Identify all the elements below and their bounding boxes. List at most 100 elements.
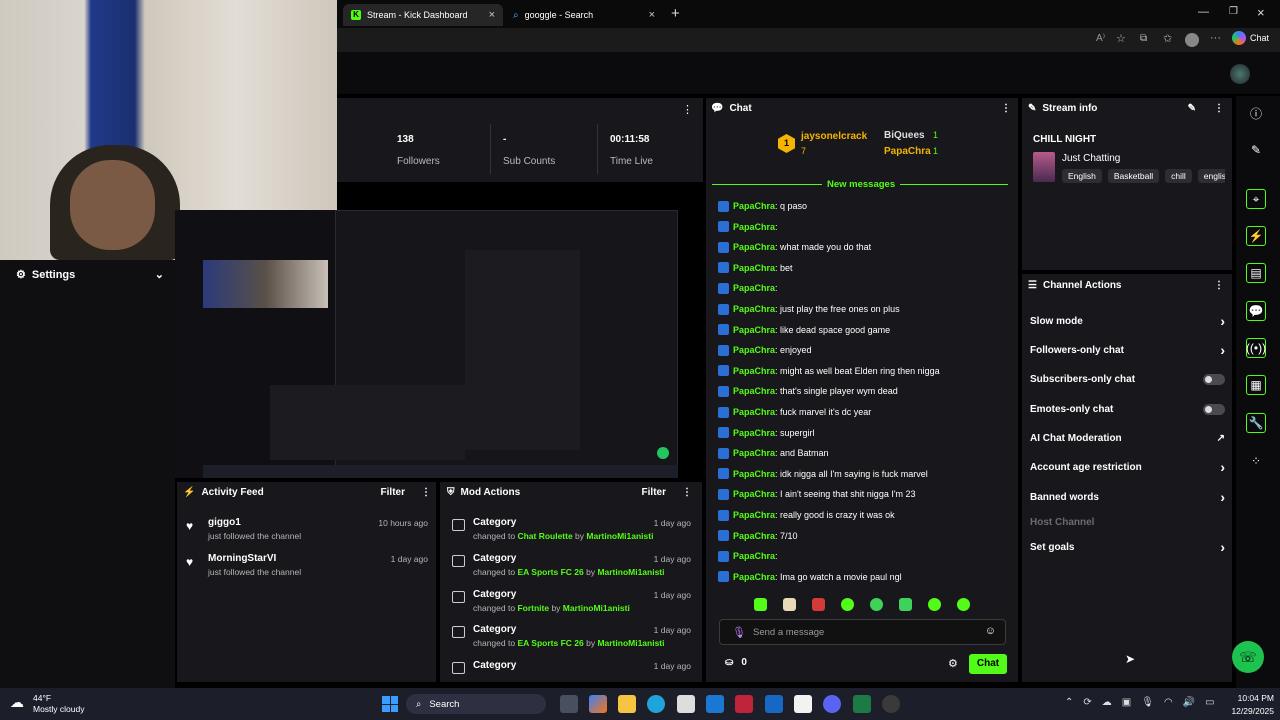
- emote-icon[interactable]: [783, 598, 796, 611]
- channel-action-ai-chat-moderation[interactable]: AI Chat Moderation ↗: [1030, 430, 1225, 446]
- favorite-star-icon[interactable]: ☆: [1116, 32, 1126, 45]
- channel-action-subscribers-only-chat[interactable]: Subscribers-only chat: [1030, 371, 1225, 387]
- mod-action-moderator[interactable]: MartinoMi1anisti: [586, 531, 653, 541]
- leader-name[interactable]: PapaChra: [884, 146, 931, 157]
- copilot-taskbar-icon[interactable]: [589, 695, 607, 713]
- new-tab-button[interactable]: +: [671, 5, 680, 22]
- app-tray-icon[interactable]: ▣: [1122, 697, 1131, 708]
- pen-icon[interactable]: ✎: [1246, 140, 1266, 160]
- tab-search[interactable]: ⌕ googgle - Search ×: [505, 4, 663, 26]
- channel-action-banned-words[interactable]: Banned words ›: [1030, 489, 1225, 505]
- maximize-icon[interactable]: ❐: [1229, 6, 1238, 17]
- outlook-icon[interactable]: [765, 695, 783, 713]
- emote-icon[interactable]: [957, 598, 970, 611]
- chat-username[interactable]: PapaChra: [733, 283, 775, 293]
- layout-icon[interactable]: ▦: [1246, 375, 1266, 395]
- chat-username[interactable]: PapaChra: [733, 531, 775, 541]
- tag[interactable]: englis: [1197, 169, 1225, 183]
- edge-icon[interactable]: [647, 695, 665, 713]
- channel-action-followers-only-chat[interactable]: Followers-only chat ›: [1030, 342, 1225, 358]
- microphone-tray-icon[interactable]: 🎙: [1141, 697, 1154, 708]
- mod-action-moderator[interactable]: MartinoMi1anisti: [597, 638, 664, 648]
- discord-icon[interactable]: [823, 695, 841, 713]
- channel-points[interactable]: ⛀ 0: [725, 657, 747, 668]
- chat-username[interactable]: PapaChra: [733, 222, 775, 232]
- chat-settings-icon[interactable]: ⚙: [948, 657, 958, 670]
- task-view-icon[interactable]: [560, 695, 578, 713]
- chat-username[interactable]: PapaChra: [733, 304, 775, 314]
- mod-action-moderator[interactable]: MartinoMi1anisti: [597, 567, 664, 577]
- chat-username[interactable]: PapaChra: [733, 489, 775, 499]
- chat-username[interactable]: PapaChra: [733, 201, 775, 211]
- battery-icon[interactable]: ▭: [1205, 697, 1214, 708]
- chat-username[interactable]: PapaChra: [733, 407, 775, 417]
- tag[interactable]: Basketball: [1107, 169, 1160, 183]
- read-aloud-icon[interactable]: A⁾: [1096, 33, 1105, 44]
- edit-icon[interactable]: ✎: [1188, 103, 1196, 114]
- notes-icon[interactable]: ▤: [1246, 263, 1266, 283]
- chat-username[interactable]: PapaChra: [733, 386, 775, 396]
- chat-input[interactable]: 🎙 Send a message ☺: [719, 619, 1006, 645]
- chat-username[interactable]: PapaChra: [733, 263, 775, 273]
- sync-icon[interactable]: ⟳: [1083, 697, 1091, 708]
- chat-username[interactable]: PapaChra: [733, 551, 775, 561]
- emote-icon[interactable]: [928, 598, 941, 611]
- channel-action-set-goals[interactable]: Set goals ›: [1030, 539, 1225, 555]
- favorites-icon[interactable]: ✩: [1163, 32, 1172, 45]
- emote-icon[interactable]: [870, 598, 883, 611]
- chat-username[interactable]: PapaChra: [733, 448, 775, 458]
- settings-header[interactable]: ⚙ Settings ⌄: [16, 268, 164, 282]
- obs-icon[interactable]: [882, 695, 900, 713]
- copilot-chat-button[interactable]: Chat: [1232, 31, 1269, 45]
- weather-widget[interactable]: ☁ 44°F Mostly cloudy: [10, 692, 120, 716]
- emoji-icon[interactable]: ☺: [985, 625, 996, 637]
- emote-icon[interactable]: [899, 598, 912, 611]
- minimize-icon[interactable]: —: [1198, 6, 1209, 18]
- stats-menu-icon[interactable]: ⋮: [682, 103, 693, 116]
- close-tab-icon[interactable]: ×: [649, 9, 655, 21]
- mod-menu-icon[interactable]: ⋮: [682, 487, 692, 498]
- mod-filter-button[interactable]: Filter: [642, 487, 666, 498]
- channel-action-emotes-only-chat[interactable]: Emotes-only chat: [1030, 401, 1225, 417]
- chat-username[interactable]: PapaChra: [733, 325, 775, 335]
- vscode-icon[interactable]: [706, 695, 724, 713]
- chat-username[interactable]: PapaChra: [733, 572, 775, 582]
- capture-icon[interactable]: ⌖: [1246, 189, 1266, 209]
- chat-menu-icon[interactable]: ⋮: [1001, 103, 1011, 114]
- emote-icon[interactable]: [754, 598, 767, 611]
- shield-app-icon[interactable]: [735, 695, 753, 713]
- broadcast-icon[interactable]: ((•)): [1246, 338, 1266, 358]
- chat-icon[interactable]: 💬: [1246, 301, 1266, 321]
- excel-icon[interactable]: [853, 695, 871, 713]
- clock[interactable]: 10:04 PM 12/29/2025: [1222, 693, 1274, 716]
- channel-action-account-age-restriction[interactable]: Account age restriction ›: [1030, 459, 1225, 475]
- microphone-icon[interactable]: 🎙: [732, 626, 746, 639]
- wrench-icon[interactable]: 🔧: [1246, 413, 1266, 433]
- toggle-switch[interactable]: [1203, 403, 1225, 415]
- chevron-up-icon[interactable]: ⌃: [1065, 697, 1073, 708]
- mail-icon[interactable]: [794, 695, 812, 713]
- mod-action-moderator[interactable]: MartinoMi1anisti: [563, 603, 630, 613]
- file-explorer-icon[interactable]: [618, 695, 636, 713]
- stream-preview[interactable]: [175, 210, 678, 478]
- bolt-icon[interactable]: ⚡: [1246, 226, 1266, 246]
- chat-username[interactable]: PapaChra: [733, 469, 775, 479]
- extensions-icon[interactable]: ⧉: [1140, 33, 1147, 44]
- close-tab-icon[interactable]: ×: [489, 9, 495, 21]
- chat-send-button[interactable]: Chat: [969, 654, 1007, 674]
- stream-info-menu-icon[interactable]: ⋮: [1214, 103, 1224, 114]
- emote-icon[interactable]: [812, 598, 825, 611]
- cloud-icon[interactable]: ☁: [1102, 697, 1112, 708]
- tab-kick-dashboard[interactable]: K Stream - Kick Dashboard ×: [343, 4, 503, 26]
- toggle-switch[interactable]: [1203, 373, 1225, 385]
- user-avatar[interactable]: [1230, 64, 1250, 84]
- channel-action-slow-mode[interactable]: Slow mode ›: [1030, 313, 1225, 329]
- emote-icon[interactable]: [841, 598, 854, 611]
- more-menu-icon[interactable]: ···: [1210, 32, 1221, 44]
- chat-username[interactable]: PapaChra: [733, 366, 775, 376]
- wifi-icon[interactable]: ◠: [1164, 697, 1173, 708]
- start-button[interactable]: [382, 696, 398, 712]
- apps-icon[interactable]: ⁘: [1246, 451, 1266, 471]
- taskbar-search[interactable]: ⌕ Search: [406, 694, 546, 714]
- chat-username[interactable]: PapaChra: [733, 428, 775, 438]
